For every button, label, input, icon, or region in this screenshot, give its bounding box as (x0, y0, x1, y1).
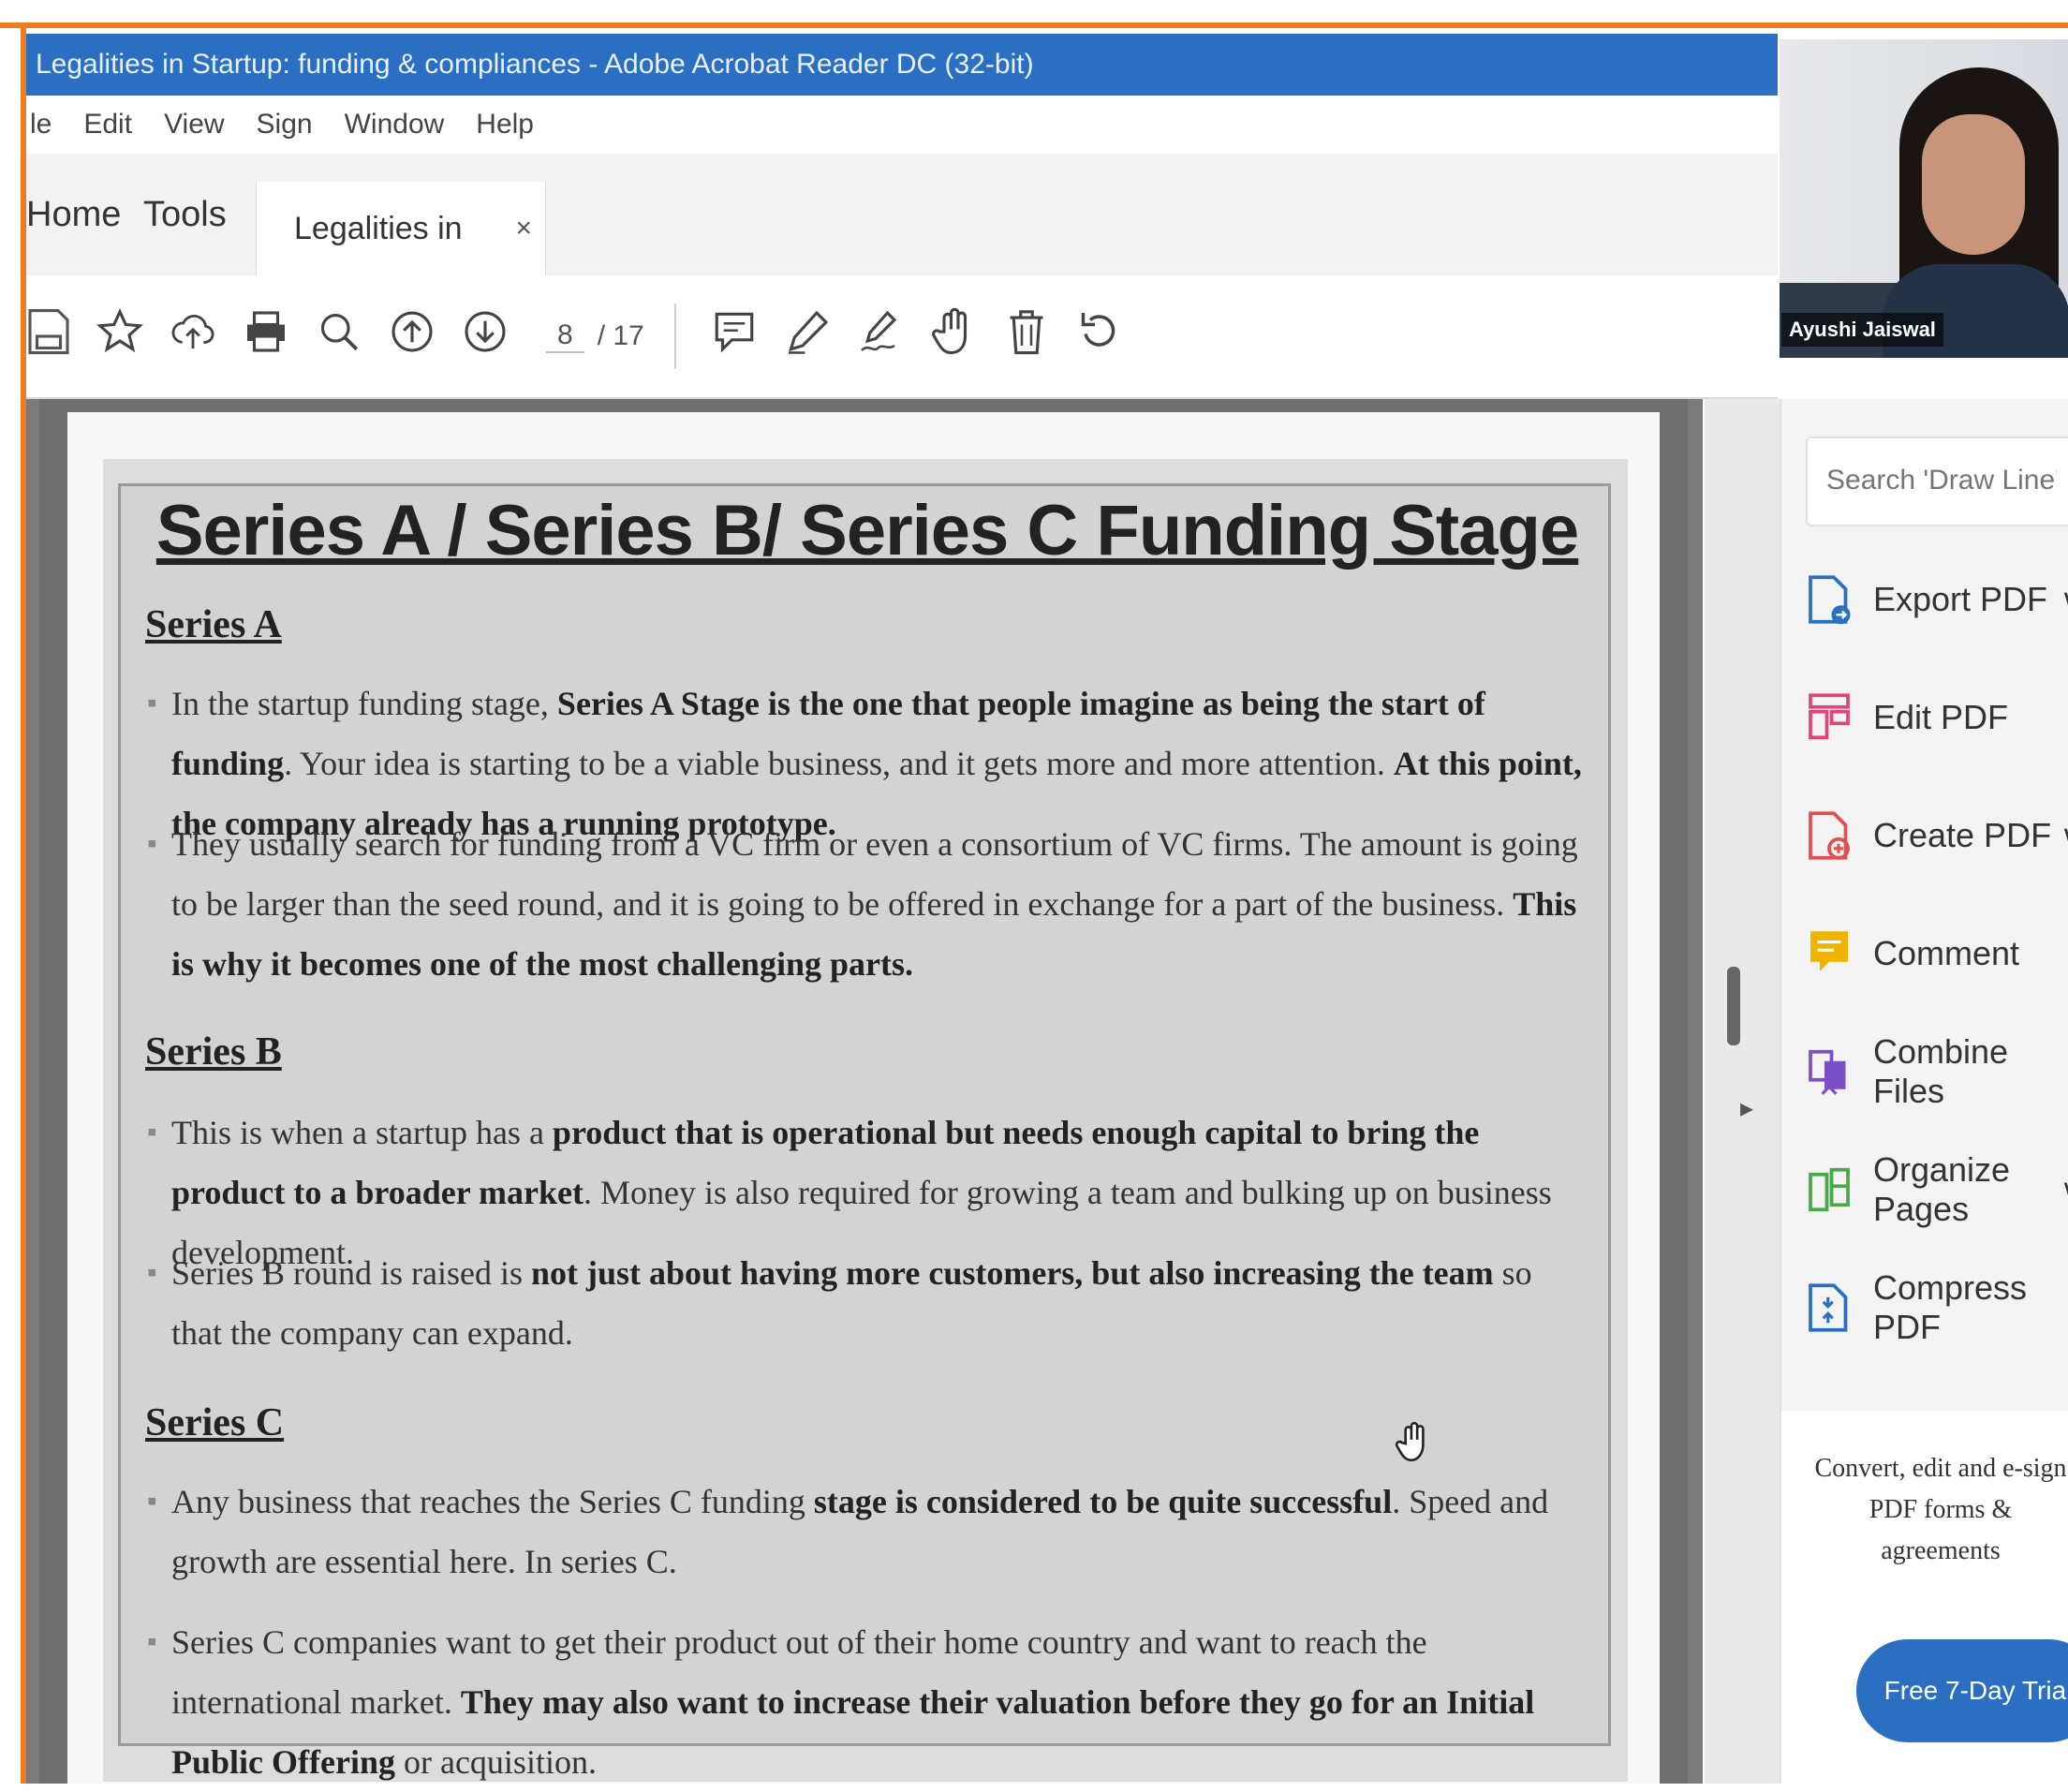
save-icon[interactable] (21, 302, 77, 362)
tool-label-comment: Comment (1873, 934, 2020, 972)
tool-edit-pdf[interactable]: Edit PDF (1806, 667, 2068, 768)
participant-name: Ayushi Jaiswal (1781, 313, 1943, 347)
total-pages: / 17 (597, 320, 644, 351)
expand-pane-arrow-icon[interactable]: ▸ (1740, 1092, 1753, 1123)
tools-search-box[interactable] (1806, 437, 2068, 526)
highlight-pen-icon[interactable] (779, 302, 835, 362)
tab-bar: Home Tools Legalities in Startu... × (26, 154, 1778, 340)
tool-combine-files[interactable]: Combine Files (1806, 1021, 2068, 1122)
screen-share-border-top (0, 0, 2068, 28)
slide-title: Series A / Series B/ Series C Funding St… (155, 491, 1579, 570)
page-up-icon[interactable] (384, 302, 440, 362)
acrobat-window: Legalities in Startup: funding & complia… (26, 34, 2068, 1784)
bullet-series-a-2: ▪ They usually search for funding from a … (147, 825, 1578, 983)
tool-label-organize-pages: Organize Pages (1873, 1150, 2011, 1228)
tool-label-compress-pdf: Compress PDF (1873, 1268, 2028, 1346)
chevron-down-icon[interactable]: ∨ (2061, 820, 2068, 852)
tab-close-button[interactable]: × (515, 182, 532, 275)
bullet-series-c-2: ▪ Series C companies want to get their pr… (147, 1623, 1535, 1781)
toolbar-divider (674, 304, 676, 369)
bullet-series-c-1: ▪ Any business that reaches the Series C … (147, 1483, 1549, 1580)
scrollbar-thumb[interactable] (1727, 967, 1740, 1045)
tools-pane: Export PDF ∨ Edit PDF Create PDF ∨ Comme… (1780, 399, 2068, 1784)
chevron-down-icon[interactable]: ∨ (2061, 1174, 2068, 1207)
slide-content: Series A / Series B/ Series C Funding St… (118, 483, 1611, 1781)
chevron-down-icon[interactable]: ∨ (2061, 584, 2068, 616)
menu-file[interactable]: le (30, 109, 52, 141)
toolbar: 8 / 17 (26, 275, 1778, 399)
export-pdf-icon (1809, 575, 1851, 625)
current-page-input[interactable]: 8 (546, 319, 584, 353)
tool-organize-pages[interactable]: Organize Pages ∨ (1806, 1139, 2068, 1240)
bullet-series-b-2: ▪ Series B round is raised is not just ab… (147, 1254, 1532, 1352)
delete-trash-icon[interactable] (998, 302, 1055, 362)
window-title: Legalities in Startup: funding & complia… (36, 49, 1034, 80)
webcam-tile: Ayushi Jaiswal (1780, 39, 2068, 358)
document-viewer[interactable]: Series A / Series B/ Series C Funding St… (26, 399, 1703, 1784)
menu-view[interactable]: View (164, 109, 224, 141)
pdf-page: Series A / Series B/ Series C Funding St… (67, 412, 1660, 1784)
vertical-scrollbar[interactable]: ▸ (1705, 399, 1780, 1784)
tool-compress-pdf[interactable]: Compress PDF (1806, 1257, 2068, 1358)
zoom-search-icon[interactable] (311, 302, 367, 362)
free-trial-button[interactable]: Free 7-Day Trial (1856, 1639, 2068, 1742)
tools-search-input[interactable] (1808, 438, 2068, 523)
menu-edit[interactable]: Edit (83, 109, 132, 141)
tool-label-create-pdf: Create PDF (1873, 816, 2052, 854)
bookmark-star-icon[interactable] (92, 302, 148, 362)
tool-label-combine-files: Combine Files (1873, 1032, 2009, 1110)
page-down-icon[interactable] (457, 302, 513, 362)
tool-label-export-pdf: Export PDF (1873, 580, 2048, 618)
create-pdf-icon (1809, 811, 1850, 860)
menu-sign[interactable]: Sign (257, 109, 313, 141)
upgrade-promo: Convert, edit and e-sign PDF forms & agr… (1781, 1411, 2068, 1784)
section-heading-series-c: Series C (145, 1401, 285, 1444)
section-heading-series-b: Series B (145, 1030, 282, 1074)
menu-window[interactable]: Window (345, 109, 445, 141)
organize-pages-icon (1809, 1167, 1850, 1212)
comment-tool-icon[interactable] (706, 302, 762, 362)
tab-home[interactable]: Home (26, 154, 121, 275)
tab-document[interactable]: Legalities in Startu... × (256, 182, 546, 340)
menu-help[interactable]: Help (476, 109, 534, 141)
comment-icon (1810, 931, 1848, 971)
menu-bar: le Edit View Sign Window Help (26, 96, 1778, 154)
tool-comment[interactable]: Comment (1806, 903, 2068, 1004)
page-number-box: 8 / 17 (546, 313, 644, 360)
compress-pdf-icon (1809, 1283, 1848, 1332)
rotate-undo-icon[interactable] (1071, 302, 1128, 362)
window-title-bar: Legalities in Startup: funding & complia… (26, 34, 1778, 96)
slide-frame: Series A / Series B/ Series C Funding St… (103, 459, 1628, 1782)
tab-tools[interactable]: Tools (143, 154, 227, 275)
combine-files-icon (1809, 1049, 1846, 1095)
tool-label-edit-pdf: Edit PDF (1873, 698, 2009, 736)
edit-pdf-icon (1809, 693, 1850, 740)
sign-pen-icon[interactable] (852, 302, 908, 362)
hand-cursor-icon (1395, 1421, 1425, 1462)
print-icon[interactable] (238, 302, 294, 362)
tool-create-pdf[interactable]: Create PDF ∨ (1806, 785, 2068, 886)
section-heading-series-a: Series A (145, 603, 282, 646)
tool-export-pdf[interactable]: Export PDF ∨ (1806, 549, 2068, 650)
promo-text: Convert, edit and e-sign PDF forms & agr… (1814, 1454, 2067, 1565)
hand-tool-icon[interactable] (925, 302, 982, 362)
webcam-person-face (1922, 114, 2025, 255)
upload-cloud-icon[interactable] (165, 302, 221, 362)
